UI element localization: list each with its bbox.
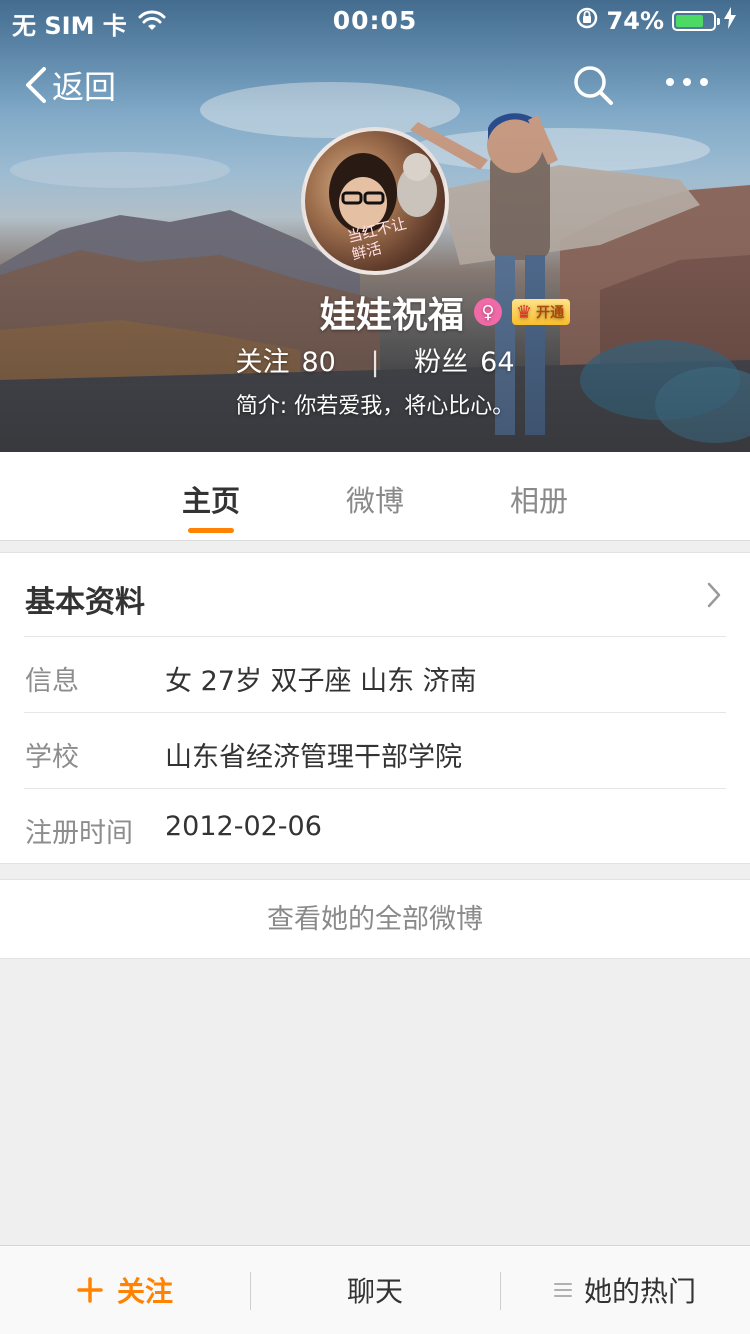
info-label: 信息 — [25, 666, 79, 697]
status-right: 74% — [575, 6, 736, 36]
profile-stats: 关注 80 | 粉丝 64 — [0, 340, 750, 379]
back-button[interactable]: 返回 — [22, 62, 116, 108]
battery-icon — [672, 11, 720, 31]
profile-name: 娃娃祝福 — [319, 295, 464, 336]
profile-bio: 简介: 你若爱我，将心比心。 — [235, 394, 515, 419]
avatar[interactable]: 当红不让 鲜活 — [301, 127, 449, 275]
register-date-value: 2012-02-06 — [165, 811, 322, 842]
tab-weibo[interactable]: 微博 — [346, 478, 404, 520]
followers-label: 粉丝 — [414, 347, 469, 378]
view-all-weibo-button[interactable]: 查看她的全部微博 — [0, 879, 750, 959]
followers-count: 64 — [480, 347, 515, 378]
more-icon-dot — [700, 78, 708, 86]
more-icon-dot — [666, 78, 674, 86]
hot-weibo-label: 她的热门 — [583, 1275, 696, 1308]
basic-info-title[interactable]: 基本资料 — [25, 577, 145, 621]
vip-label: 开通 — [536, 305, 565, 321]
more-button[interactable] — [666, 78, 708, 86]
profile-tabs: 主页 微博 相册 — [0, 452, 750, 541]
school-value: 山东省经济管理干部学院 — [165, 742, 462, 773]
follow-label: 关注 — [116, 1275, 173, 1308]
school-label: 学校 — [25, 742, 79, 773]
name-wrap: 娃娃祝福 ♀ ♛ 开通 — [319, 286, 571, 338]
basic-info-card: 基本资料 信息 女 27岁 双子座 山东 济南 学校 山东省经济管理干部学院 注… — [0, 552, 750, 864]
chat-label: 聊天 — [346, 1275, 403, 1308]
hot-weibo-button[interactable]: 她的热门 — [500, 1246, 750, 1334]
battery-percent: 74% — [606, 7, 664, 35]
followers-stat[interactable]: 粉丝 64 — [414, 347, 514, 378]
search-button[interactable] — [572, 64, 614, 110]
back-label: 返回 — [52, 68, 117, 106]
search-icon — [574, 66, 613, 105]
following-stat[interactable]: 关注 80 — [235, 347, 344, 378]
battery-fill — [676, 15, 703, 27]
status-bar: 无 SIM 卡 00:05 74% — [0, 0, 750, 40]
vip-badge[interactable]: ♛ 开通 — [511, 299, 571, 325]
follow-button[interactable]: 关注 — [0, 1246, 250, 1334]
rotation-lock-icon — [575, 6, 599, 36]
tab-album[interactable]: 相册 — [510, 478, 568, 520]
stat-separator: | — [370, 347, 380, 378]
chevron-left-icon — [26, 67, 46, 103]
divider — [24, 712, 726, 713]
tab-active-indicator — [188, 528, 234, 533]
list-icon — [553, 1283, 572, 1297]
profile-name-row: 娃娃祝福 ♀ ♛ 开通 — [0, 286, 750, 338]
tab-home[interactable]: 主页 — [182, 478, 240, 520]
register-date-label: 注册时间 — [25, 818, 133, 849]
profile-page: 无 SIM 卡 00:05 74% 返回 当红不让 鲜活 娃娃祝福 ♀ ♛ 开通… — [0, 0, 750, 1334]
divider — [24, 788, 726, 789]
divider — [24, 636, 726, 637]
plus-icon — [77, 1277, 103, 1303]
more-icon-dot — [683, 78, 691, 86]
bottom-action-bar: 关注 聊天 她的热门 — [0, 1245, 750, 1334]
info-value: 女 27岁 双子座 山东 济南 — [165, 666, 477, 697]
crown-icon: ♛ — [515, 301, 533, 323]
chevron-right-icon[interactable] — [706, 581, 722, 609]
charging-icon — [724, 7, 736, 35]
chat-button[interactable]: 聊天 — [250, 1246, 500, 1334]
following-count: 80 — [301, 347, 336, 378]
following-label: 关注 — [235, 347, 290, 378]
cover-image: 无 SIM 卡 00:05 74% 返回 当红不让 鲜活 娃娃祝福 ♀ ♛ 开通… — [0, 0, 750, 452]
female-icon: ♀ — [473, 298, 502, 326]
